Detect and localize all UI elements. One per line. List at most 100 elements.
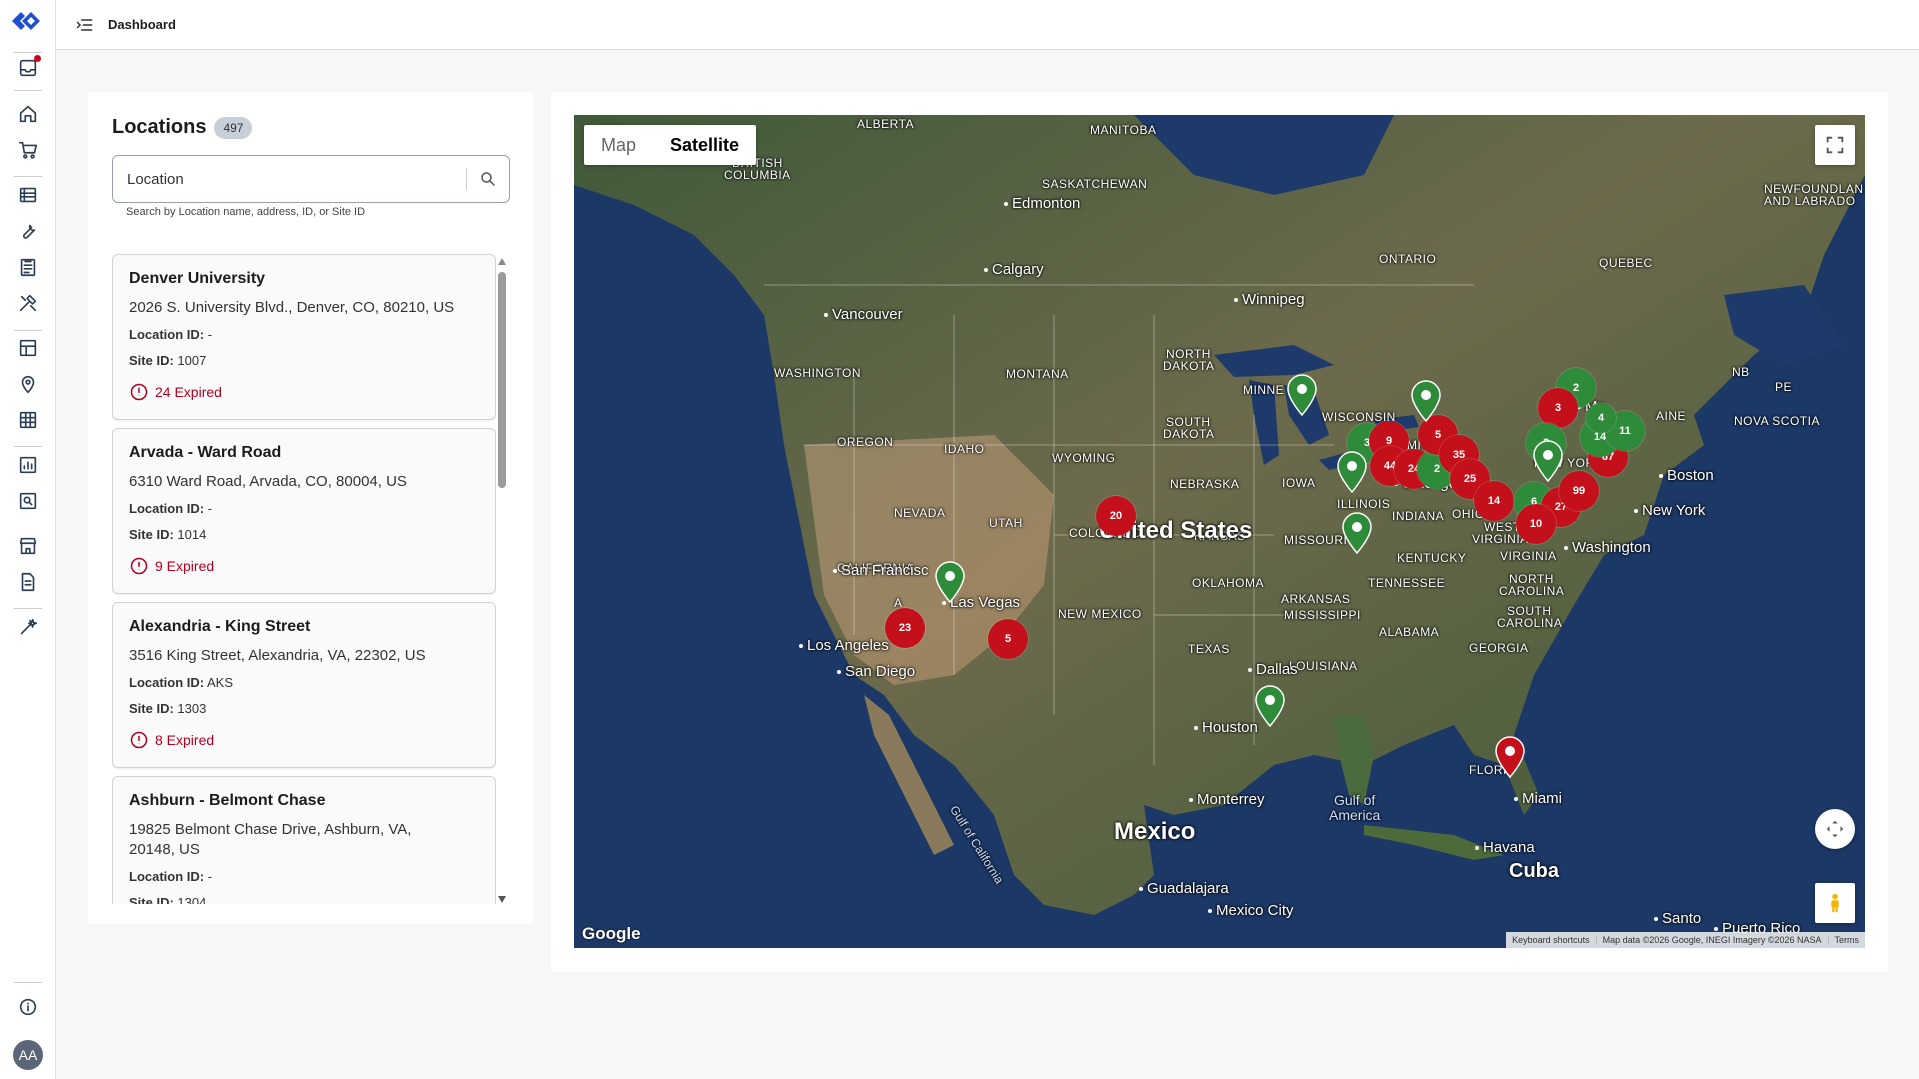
- site-id-value: 1303: [177, 701, 207, 716]
- map-city-los-angeles: Los Angeles: [799, 637, 889, 654]
- expired-status: 24 Expired: [129, 382, 222, 402]
- menu-toggle-icon[interactable]: [74, 14, 96, 36]
- home-icon[interactable]: [14, 100, 42, 128]
- search-field: [112, 155, 510, 203]
- satellite-map[interactable]: ALBERTA MANITOBA BRITISH COLUMBIA SASKAT…: [574, 115, 1865, 948]
- search-icon[interactable]: [467, 156, 509, 202]
- map-cluster[interactable]: 23: [885, 608, 925, 648]
- map-data-credit: Map data ©2026 Google, INEGI Imagery ©20…: [1595, 935, 1828, 945]
- document-icon[interactable]: [14, 568, 42, 596]
- list-icon[interactable]: [14, 181, 42, 209]
- location-id-value: -: [207, 869, 213, 884]
- map-city-winnipeg: Winnipeg: [1234, 291, 1305, 308]
- search-input[interactable]: [113, 156, 466, 202]
- map-cluster[interactable]: 14: [1474, 481, 1514, 521]
- camera-control-icon[interactable]: [1815, 809, 1855, 849]
- chart-icon[interactable]: [14, 451, 42, 479]
- store-icon[interactable]: [14, 532, 42, 560]
- fullscreen-icon[interactable]: [1815, 125, 1855, 165]
- map-cluster[interactable]: 20: [1096, 496, 1136, 536]
- map-label-louisiana: LOUISIANA: [1289, 659, 1358, 673]
- map-city-monterrey: Monterrey: [1189, 791, 1265, 808]
- search-hint: Search by Location name, address, ID, or…: [126, 206, 366, 218]
- map-label-saskatchewan: SASKATCHEWAN: [1042, 177, 1148, 191]
- map-label-nova-scotia: NOVA SCOTIA: [1734, 414, 1820, 428]
- green-location-pin[interactable]: [1287, 374, 1317, 416]
- map-label-alabama: ALABAMA: [1379, 625, 1440, 639]
- map-city-houston: Houston: [1194, 719, 1258, 736]
- map-type-satellite-button[interactable]: Satellite: [653, 125, 756, 165]
- location-id-value: -: [207, 327, 213, 342]
- scroll-up-arrow-icon[interactable]: [498, 258, 506, 265]
- map-attribution: Keyboard shortcuts Map data ©2026 Google…: [1506, 932, 1865, 948]
- expired-status: 9 Expired: [129, 556, 214, 576]
- site-id-row: Site ID: 1303: [129, 701, 206, 716]
- map-label-iowa: IOWA: [1282, 476, 1316, 490]
- map-label-south-carolina-2: CAROLINA: [1497, 616, 1563, 630]
- green-location-pin[interactable]: [1411, 380, 1441, 422]
- info-icon[interactable]: [14, 993, 42, 1021]
- top-bar: Dashboard: [56, 0, 1919, 50]
- locations-count-badge: 497: [214, 116, 253, 139]
- grid-icon[interactable]: [14, 406, 42, 434]
- expired-status: 8 Expired: [129, 730, 214, 750]
- wrench-icon[interactable]: [14, 217, 42, 245]
- map-label-minnesota: MINNE: [1243, 383, 1285, 397]
- map-city-vancouver: Vancouver: [824, 306, 903, 323]
- map-label-washington: WASHINGTON: [774, 366, 862, 380]
- location-id-value: -: [207, 501, 213, 516]
- map-city-san-francisco: San Francisc: [833, 562, 929, 579]
- map-cluster[interactable]: 10: [1516, 504, 1556, 544]
- layout-icon[interactable]: [14, 334, 42, 362]
- location-card[interactable]: Denver University 2026 S. University Blv…: [112, 254, 496, 420]
- green-location-pin[interactable]: [1342, 512, 1372, 554]
- inbox-icon[interactable]: [14, 54, 42, 82]
- map-label-pe: PE: [1775, 380, 1793, 394]
- street-view-pegman-icon[interactable]: [1815, 883, 1855, 923]
- location-name: Denver University: [129, 270, 266, 287]
- expired-count: 24 Expired: [155, 384, 222, 400]
- map-city-santo: Santo: [1654, 910, 1701, 927]
- sidebar-divider: [14, 330, 42, 331]
- tools-icon[interactable]: [14, 289, 42, 317]
- red-location-pin[interactable]: [1495, 736, 1525, 778]
- green-location-pin[interactable]: [1337, 451, 1367, 493]
- map-cluster[interactable]: 3: [1538, 388, 1578, 428]
- location-id-row: Location ID: -: [129, 501, 212, 516]
- alert-circle-icon: [130, 383, 148, 401]
- map-label-kentucky: KENTUCKY: [1397, 551, 1467, 565]
- map-label-utah: UTAH: [989, 516, 1023, 530]
- location-card[interactable]: Arvada - Ward Road 6310 Ward Road, Arvad…: [112, 428, 496, 594]
- map-label-newfoundland-2: AND LABRADO: [1764, 194, 1856, 208]
- card-list-scrollbar[interactable]: [496, 258, 508, 903]
- map-pin-icon[interactable]: [14, 370, 42, 398]
- location-id-label: Location ID:: [129, 327, 205, 342]
- wand-icon[interactable]: [14, 613, 42, 641]
- green-location-pin[interactable]: [1255, 685, 1285, 727]
- map-label-new-mexico: NEW MEXICO: [1058, 607, 1142, 621]
- locations-header: Locations 497: [112, 116, 253, 139]
- green-location-pin[interactable]: [1533, 440, 1563, 482]
- scroll-down-arrow-icon[interactable]: [498, 896, 506, 903]
- location-address: 2026 S. University Blvd., Denver, CO, 80…: [129, 299, 455, 316]
- location-card[interactable]: Alexandria - King Street 3516 King Stree…: [112, 602, 496, 768]
- search-doc-icon[interactable]: [14, 487, 42, 515]
- map-cluster[interactable]: 4: [1586, 403, 1616, 433]
- map-cluster[interactable]: 5: [988, 619, 1028, 659]
- map-type-map-button[interactable]: Map: [584, 125, 653, 165]
- site-id-value: 1304: [177, 895, 207, 904]
- logo-icon[interactable]: [8, 8, 44, 34]
- map-label-alberta: ALBERTA: [857, 117, 915, 131]
- map-label-nevada: NEVADA: [894, 506, 946, 520]
- green-location-pin[interactable]: [935, 561, 965, 603]
- clipboard-icon[interactable]: [14, 253, 42, 281]
- cart-icon[interactable]: [14, 136, 42, 164]
- avatar[interactable]: AA: [13, 1040, 43, 1070]
- keyboard-shortcuts-link[interactable]: Keyboard shortcuts: [1506, 935, 1596, 945]
- terms-link[interactable]: Terms: [1827, 935, 1866, 945]
- location-id-label: Location ID:: [129, 501, 205, 516]
- sidebar-divider: [14, 90, 42, 91]
- scrollbar-thumb[interactable]: [498, 272, 506, 488]
- location-card[interactable]: Ashburn - Belmont Chase 19825 Belmont Ch…: [112, 776, 496, 904]
- map-cluster[interactable]: 99: [1559, 471, 1599, 511]
